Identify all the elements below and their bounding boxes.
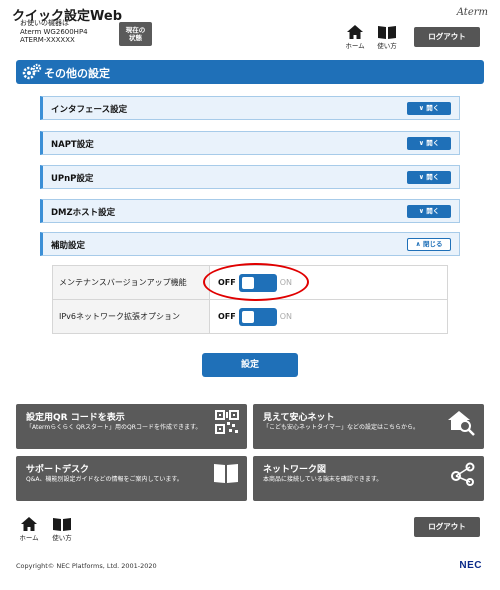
status-button-line1: 現在の: [125, 26, 146, 34]
ipv6-extension-toggle[interactable]: [238, 307, 277, 326]
header: クイック設定Web お使いの機器は Aterm WG2600HP4 ATERM-…: [0, 0, 500, 52]
highlight-annotation: [203, 263, 309, 301]
accordion-interface[interactable]: インタフェース設定 ∨ 開く: [40, 96, 460, 120]
brand-logo: Aterm: [456, 7, 488, 18]
copyright-text: Copyright© NEC Platforms, Ltd. 2001-2020: [16, 562, 157, 570]
device-id: ATERM-XXXXXX: [20, 36, 75, 44]
accordion-label: 補助設定: [51, 241, 86, 251]
manual-label: 使い方: [377, 42, 397, 50]
setting-label: メンテナンスバージョンアップ機能: [52, 265, 210, 300]
current-status-button[interactable]: 現在の 状態: [119, 22, 152, 46]
tile-title: サポートデスク: [26, 465, 90, 475]
toggle-on-label: ON: [279, 312, 293, 321]
accordion-label: インタフェース設定: [51, 105, 128, 115]
expand-button[interactable]: ∨ 開く: [407, 102, 451, 115]
collapse-button[interactable]: ∧ 閉じる: [407, 238, 451, 251]
setting-value: OFF ON: [209, 299, 448, 334]
accordion-label: UPnP設定: [51, 174, 94, 184]
status-button-line2: 状態: [129, 34, 142, 42]
expand-button[interactable]: ∨ 開く: [407, 205, 451, 218]
collapse-label: 閉じる: [423, 240, 443, 248]
network-icon: [451, 462, 475, 486]
accordion-label: NAPT設定: [51, 140, 94, 150]
vendor-logo: NEC: [459, 560, 482, 571]
device-info: お使いの機器は Aterm WG2600HP4 ATERM-XXXXXX: [20, 19, 88, 45]
footer-manual-nav[interactable]: 使い方: [49, 517, 75, 542]
tile-qr-code[interactable]: 設定用QR コードを表示 「Atermらくらく QRスタート」用のQRコードを作…: [16, 404, 247, 449]
setting-label: IPv6ネットワーク拡張オプション: [52, 299, 210, 334]
chevron-down-icon: ∨: [418, 173, 424, 181]
manual-label: 使い方: [52, 534, 72, 542]
tile-desc: 「こども安心ネットタイマー」などの設定はこちらから。: [263, 424, 420, 431]
tile-title: ネットワーク図: [263, 465, 327, 475]
gear-icon: [22, 63, 42, 80]
expand-button[interactable]: ∨ 開く: [407, 171, 451, 184]
chevron-down-icon: ∨: [418, 139, 424, 147]
expand-label: 開く: [426, 173, 440, 181]
section-banner: その他の設定: [16, 60, 484, 84]
toggle-knob: [241, 310, 254, 323]
home-icon: [347, 25, 363, 39]
qr-code-icon: [215, 410, 239, 434]
device-model: Aterm WG2600HP4: [20, 27, 88, 36]
table-row: IPv6ネットワーク拡張オプション OFF ON: [52, 299, 448, 334]
tile-desc: Q&A、機能別設定ガイドなどの情報をご案内しています。: [26, 476, 183, 483]
tile-title: 見えて安心ネット: [263, 413, 335, 423]
book-icon: [214, 464, 238, 483]
chevron-up-icon: ∧: [415, 240, 421, 248]
home-label: ホーム: [345, 42, 365, 50]
chevron-down-icon: ∨: [418, 207, 424, 215]
apply-settings-button[interactable]: 設定: [202, 353, 298, 377]
device-caption: お使いの機器は: [20, 19, 69, 27]
expand-label: 開く: [426, 139, 440, 147]
tile-title: 設定用QR コードを表示: [26, 413, 125, 423]
tile-desc: 「Atermらくらく QRスタート」用のQRコードを作成できます。: [26, 424, 202, 431]
tile-desc: 本商品に接続している端末を確認できます。: [263, 476, 383, 483]
accordion-upnp[interactable]: UPnP設定 ∨ 開く: [40, 165, 460, 189]
tile-support-desk[interactable]: サポートデスク Q&A、機能別設定ガイドなどの情報をご案内しています。: [16, 456, 247, 501]
footer-logout-button[interactable]: ログアウト: [414, 517, 480, 537]
expand-label: 開く: [426, 104, 440, 112]
tile-network-map[interactable]: ネットワーク図 本商品に接続している端末を確認できます。: [253, 456, 484, 501]
book-icon: [378, 26, 396, 39]
manual-nav[interactable]: 使い方: [374, 25, 400, 50]
accordion-napt[interactable]: NAPT設定 ∨ 開く: [40, 131, 460, 155]
accordion-dmz[interactable]: DMZホスト設定 ∨ 開く: [40, 199, 460, 223]
accordion-auxiliary[interactable]: 補助設定 ∧ 閉じる: [40, 232, 460, 256]
section-title: その他の設定: [44, 67, 110, 80]
expand-label: 開く: [426, 207, 440, 215]
home-icon: [21, 517, 37, 531]
book-icon: [53, 518, 71, 531]
expand-button[interactable]: ∨ 開く: [407, 137, 451, 150]
home-nav[interactable]: ホーム: [342, 25, 368, 50]
home-search-icon: [448, 411, 475, 436]
accordion-label: DMZホスト設定: [51, 208, 116, 218]
home-label: ホーム: [19, 534, 39, 542]
chevron-down-icon: ∨: [418, 104, 424, 112]
footer-home-nav[interactable]: ホーム: [16, 517, 42, 542]
tile-safe-net[interactable]: 見えて安心ネット 「こども安心ネットタイマー」などの設定はこちらから。: [253, 404, 484, 449]
toggle-off-label: OFF: [218, 312, 236, 321]
logout-button[interactable]: ログアウト: [414, 27, 480, 47]
